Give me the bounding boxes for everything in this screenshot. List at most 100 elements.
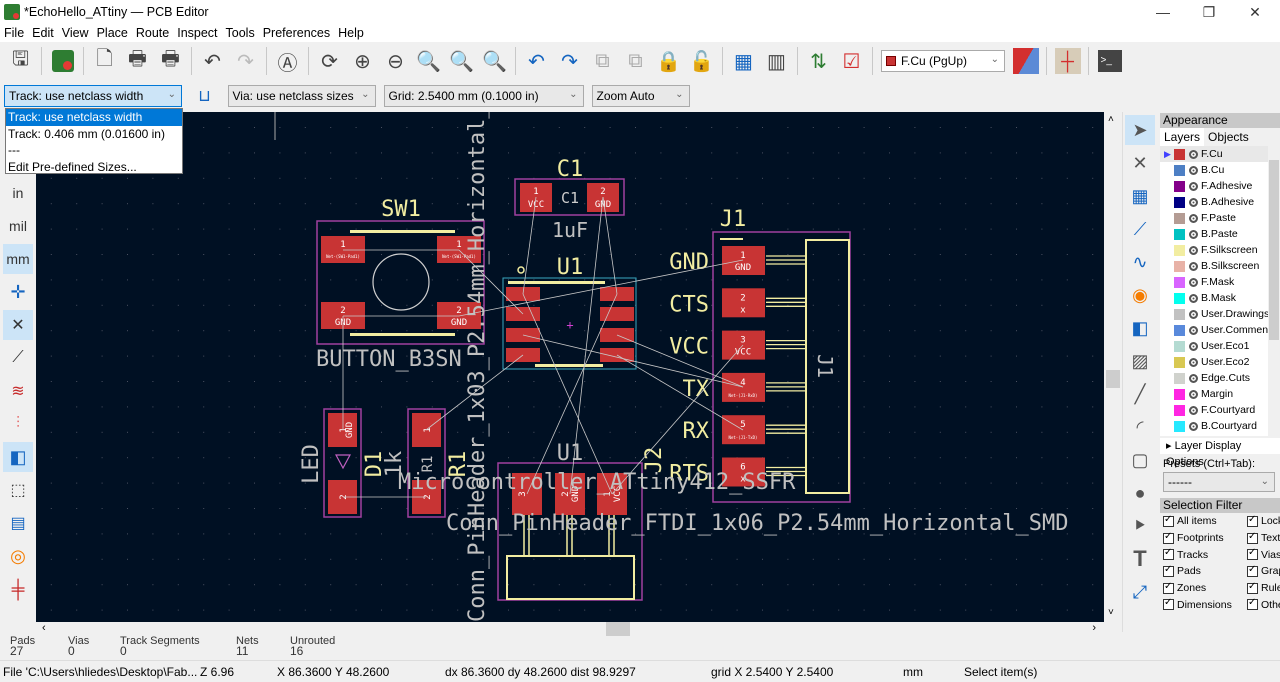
schematic-icon[interactable]: ┼ [1053, 46, 1083, 76]
layer-row[interactable]: F.Mask [1160, 274, 1280, 290]
layer-color-swatch[interactable] [1174, 244, 1185, 256]
layer-row[interactable]: B.Paste [1160, 226, 1280, 242]
group-icon[interactable]: ⧉ [588, 46, 618, 76]
page-settings-icon[interactable]: 🗋 [90, 46, 120, 76]
filter-checkbox[interactable]: Pads [1163, 563, 1247, 580]
route-track-icon[interactable]: ⟋ [1125, 214, 1155, 244]
checkbox-checked-icon[interactable] [1163, 581, 1174, 594]
eye-icon[interactable] [1189, 341, 1198, 351]
units-in-button[interactable]: in [3, 178, 33, 208]
checkbox-checked-icon[interactable] [1247, 581, 1258, 594]
eye-icon[interactable] [1189, 405, 1198, 415]
pad[interactable] [600, 307, 634, 321]
menu-view[interactable]: View [62, 26, 89, 40]
track-width-select[interactable]: Track: use netclass width ⌄ [4, 85, 182, 107]
add-footprint-icon[interactable]: ▦ [1125, 181, 1155, 211]
units-mm-button[interactable]: mm [3, 244, 33, 274]
layer-color-swatch[interactable] [1174, 340, 1185, 352]
unlock-icon[interactable]: 🔓 [687, 46, 717, 76]
checkbox-checked-icon[interactable] [1247, 514, 1258, 527]
scrollbar-thumb[interactable] [1269, 160, 1279, 340]
checkbox-checked-icon[interactable] [1247, 564, 1258, 577]
layer-row[interactable]: B.Cu [1160, 162, 1280, 178]
eye-icon[interactable] [1189, 149, 1198, 159]
add-zone-icon[interactable]: ◧ [1125, 313, 1155, 343]
layer-color-swatch[interactable] [1174, 212, 1185, 224]
tab-layers[interactable]: Layers [1160, 128, 1205, 146]
add-via-icon[interactable]: ◉ [1125, 280, 1155, 310]
layer-color-swatch[interactable] [1174, 420, 1185, 432]
drc-icon[interactable]: ☑ [837, 46, 867, 76]
draw-circle-icon[interactable]: ● [1125, 478, 1155, 508]
layer-color-swatch[interactable] [1174, 196, 1185, 208]
filter-checkbox[interactable]: Rule Areas [1247, 580, 1280, 597]
filter-checkbox[interactable]: Zones [1163, 580, 1247, 597]
menu-edit[interactable]: Edit [32, 26, 54, 40]
redraw-icon[interactable]: ⟳ [315, 46, 345, 76]
net-colors-icon[interactable]: ≋ [3, 376, 33, 406]
checkbox-checked-icon[interactable] [1163, 531, 1174, 544]
menu-route[interactable]: Route [136, 26, 169, 40]
update-pcb-icon[interactable]: ⇅ [804, 46, 834, 76]
layer-row[interactable]: F.Paste [1160, 210, 1280, 226]
plot-icon[interactable]: 🖶 [156, 46, 186, 76]
local-ratsnest-icon[interactable]: ✕ [1125, 148, 1155, 178]
layer-color-swatch[interactable] [1174, 292, 1185, 304]
eye-icon[interactable] [1189, 373, 1198, 383]
curved-ratsnest-icon[interactable]: ⟋ [3, 343, 33, 373]
menu-inspect[interactable]: Inspect [177, 26, 217, 40]
menu-place[interactable]: Place [97, 26, 128, 40]
full-cursor-icon[interactable]: ✛ [3, 277, 33, 307]
menu-tools[interactable]: Tools [226, 26, 255, 40]
checkbox-checked-icon[interactable] [1247, 531, 1258, 544]
tab-objects[interactable]: Objects [1204, 128, 1253, 146]
pads-fill-icon[interactable]: ◧ [3, 442, 33, 472]
layer-row[interactable]: B.Adhesive [1160, 194, 1280, 210]
zoom-fit-icon[interactable]: 🔍 [414, 46, 444, 76]
layer-row[interactable]: F.Fab [1160, 434, 1280, 436]
footprint-text-icon[interactable]: ▤ [3, 508, 33, 538]
undo-icon[interactable]: ↶ [198, 46, 228, 76]
filter-checkbox[interactable]: Footprints [1163, 530, 1247, 547]
footprint-browser-icon[interactable]: ▥ [762, 46, 792, 76]
layer-row[interactable]: B.Mask [1160, 290, 1280, 306]
checkbox-checked-icon[interactable] [1163, 597, 1174, 611]
filter-checkbox[interactable]: Locked items [1247, 513, 1280, 530]
filter-checkbox[interactable]: Dimensions [1163, 596, 1247, 613]
menu-file[interactable]: File [4, 26, 24, 40]
layer-row[interactable]: User.Comments [1160, 322, 1280, 338]
eye-icon[interactable] [1189, 389, 1198, 399]
zoom-out-icon[interactable]: ⊖ [381, 46, 411, 76]
scrollbar-thumb[interactable] [1106, 370, 1120, 388]
layer-pair-icon[interactable] [1011, 46, 1041, 76]
redo-icon[interactable]: ↷ [231, 46, 261, 76]
layer-row[interactable]: F.Courtyard [1160, 402, 1280, 418]
layer-color-swatch[interactable] [1174, 148, 1185, 160]
layer-row[interactable]: F.Adhesive [1160, 178, 1280, 194]
scrollbar-thumb[interactable] [606, 622, 630, 636]
via-holes-icon[interactable]: ⬚ [3, 475, 33, 505]
scroll-right-icon[interactable]: › [1092, 622, 1096, 634]
close-button[interactable]: ✕ [1232, 0, 1278, 24]
layer-row[interactable]: ▶ F.Cu [1160, 146, 1280, 162]
select-tool-icon[interactable]: ➤ [1125, 115, 1155, 145]
eye-icon[interactable] [1189, 213, 1198, 223]
zoom-selection-icon[interactable]: 🔍 [480, 46, 510, 76]
print-icon[interactable]: 🖶 [123, 46, 153, 76]
filter-checkbox[interactable]: Tracks [1163, 546, 1247, 563]
scroll-up-icon[interactable]: ˄ [1108, 114, 1114, 125]
save-icon[interactable]: 🖫 [6, 46, 36, 76]
presets-select[interactable]: ------ ⌄ [1163, 472, 1275, 492]
eye-icon[interactable] [1189, 277, 1198, 287]
auto-track-width-icon[interactable]: ⊔ [192, 83, 218, 109]
eye-icon[interactable] [1189, 229, 1198, 239]
ratsnest-icon[interactable]: ✕ [3, 310, 33, 340]
scroll-left-icon[interactable]: ‹ [42, 622, 46, 634]
filter-checkbox[interactable]: Other items [1247, 596, 1280, 613]
footprint-editor-icon[interactable]: ▦ [729, 46, 759, 76]
draw-rectangle-icon[interactable]: ▢ [1125, 445, 1155, 475]
pcb-canvas[interactable]: 1 VCC 2 GND C1 C1 1uF 1 Net-(SW1-Pad1) 1… [36, 112, 1104, 622]
layer-row[interactable]: Margin [1160, 386, 1280, 402]
filter-checkbox[interactable]: Text [1247, 530, 1280, 547]
eye-icon[interactable] [1189, 325, 1198, 335]
